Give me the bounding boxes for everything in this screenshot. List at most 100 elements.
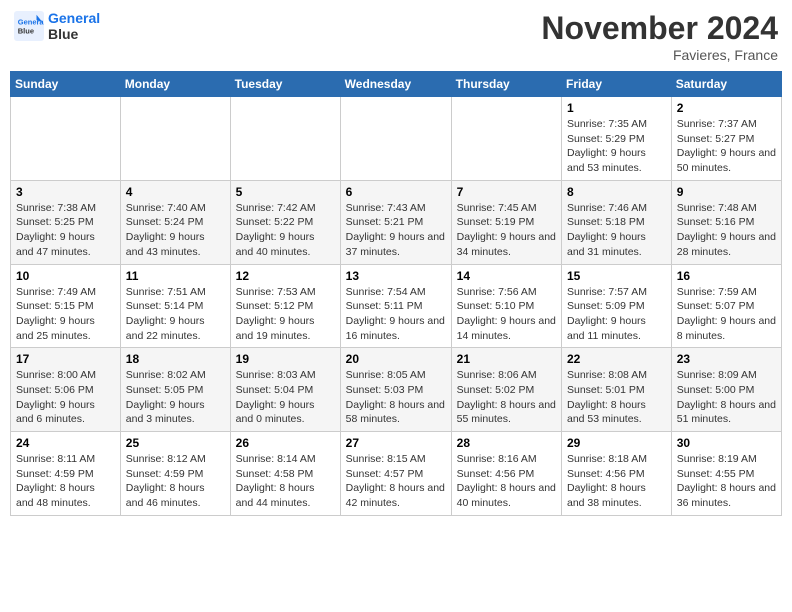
day-info: Sunrise: 7:57 AMSunset: 5:09 PMDaylight:…: [567, 285, 666, 344]
day-number: 5: [236, 185, 335, 199]
calendar-week-row: 3Sunrise: 7:38 AMSunset: 5:25 PMDaylight…: [11, 180, 782, 264]
weekday-header: Saturday: [671, 72, 781, 97]
calendar-cell: [340, 97, 451, 181]
day-info: Sunrise: 8:14 AMSunset: 4:58 PMDaylight:…: [236, 452, 335, 511]
day-info: Sunrise: 7:48 AMSunset: 5:16 PMDaylight:…: [677, 201, 776, 260]
calendar-cell: 5Sunrise: 7:42 AMSunset: 5:22 PMDaylight…: [230, 180, 340, 264]
day-number: 22: [567, 352, 666, 366]
calendar-cell: 27 Sunrise: 8:15 AMSunset: 4:57 PMDayligh…: [340, 432, 451, 516]
day-info: Sunrise: 7:37 AMSunset: 5:27 PMDaylight:…: [677, 117, 776, 176]
calendar-week-row: 10 Sunrise: 7:49 AMSunset: 5:15 PMDayligh…: [11, 264, 782, 348]
calendar-cell: 17Sunrise: 8:00 AMSunset: 5:06 PMDayligh…: [11, 348, 121, 432]
calendar-cell: [230, 97, 340, 181]
calendar-cell: 24 Sunrise: 8:11 AMSunset: 4:59 PMDayligh…: [11, 432, 121, 516]
day-info: Sunrise: 8:15 AMSunset: 4:57 PMDaylight:…: [346, 452, 446, 511]
day-number: 21: [457, 352, 556, 366]
day-number: 7: [457, 185, 556, 199]
day-number: 9: [677, 185, 776, 199]
calendar-table: SundayMondayTuesdayWednesdayThursdayFrid…: [10, 71, 782, 516]
day-info: Sunrise: 8:02 AMSunset: 5:05 PMDaylight:…: [126, 368, 225, 427]
day-number: 26: [236, 436, 335, 450]
svg-text:Blue: Blue: [18, 27, 34, 36]
day-info: Sunrise: 7:56 AMSunset: 5:10 PMDaylight:…: [457, 285, 556, 344]
day-info: Sunrise: 7:59 AMSunset: 5:07 PMDaylight:…: [677, 285, 776, 344]
day-number: 1: [567, 101, 666, 115]
weekday-header: Monday: [120, 72, 230, 97]
day-info: Sunrise: 8:09 AMSunset: 5:00 PMDaylight:…: [677, 368, 776, 427]
day-number: 25: [126, 436, 225, 450]
day-info: Sunrise: 7:51 AMSunset: 5:14 PMDaylight:…: [126, 285, 225, 344]
day-number: 28: [457, 436, 556, 450]
calendar-cell: 14 Sunrise: 7:56 AMSunset: 5:10 PMDayligh…: [451, 264, 561, 348]
page-header: General Blue General Blue November 2024 …: [10, 10, 782, 63]
svg-text:General: General: [18, 18, 44, 27]
day-info: Sunrise: 8:12 AMSunset: 4:59 PMDaylight:…: [126, 452, 225, 511]
day-number: 2: [677, 101, 776, 115]
day-number: 30: [677, 436, 776, 450]
calendar-cell: 25 Sunrise: 8:12 AMSunset: 4:59 PMDayligh…: [120, 432, 230, 516]
day-info: Sunrise: 7:43 AMSunset: 5:21 PMDaylight:…: [346, 201, 446, 260]
day-number: 8: [567, 185, 666, 199]
day-number: 19: [236, 352, 335, 366]
calendar-cell: 8 Sunrise: 7:46 AMSunset: 5:18 PMDaylight…: [562, 180, 672, 264]
day-info: Sunrise: 8:16 AMSunset: 4:56 PMDaylight:…: [457, 452, 556, 511]
calendar-cell: 29Sunrise: 8:18 AMSunset: 4:56 PMDayligh…: [562, 432, 672, 516]
day-number: 27: [346, 436, 446, 450]
day-number: 18: [126, 352, 225, 366]
day-info: Sunrise: 7:45 AMSunset: 5:19 PMDaylight:…: [457, 201, 556, 260]
logo-general: General: [48, 10, 100, 26]
day-number: 16: [677, 269, 776, 283]
calendar-cell: 3Sunrise: 7:38 AMSunset: 5:25 PMDaylight…: [11, 180, 121, 264]
day-number: 10: [16, 269, 115, 283]
calendar-cell: [11, 97, 121, 181]
logo: General Blue General Blue: [14, 10, 100, 42]
day-number: 11: [126, 269, 225, 283]
day-info: Sunrise: 8:03 AMSunset: 5:04 PMDaylight:…: [236, 368, 335, 427]
calendar-cell: 7 Sunrise: 7:45 AMSunset: 5:19 PMDaylight…: [451, 180, 561, 264]
calendar-cell: [451, 97, 561, 181]
calendar-cell: 9 Sunrise: 7:48 AMSunset: 5:16 PMDaylight…: [671, 180, 781, 264]
month-title: November 2024: [541, 10, 778, 47]
day-info: Sunrise: 7:35 AMSunset: 5:29 PMDaylight:…: [567, 117, 666, 176]
calendar-cell: 6 Sunrise: 7:43 AMSunset: 5:21 PMDaylight…: [340, 180, 451, 264]
day-number: 23: [677, 352, 776, 366]
day-info: Sunrise: 7:40 AMSunset: 5:24 PMDaylight:…: [126, 201, 225, 260]
calendar-week-row: 24 Sunrise: 8:11 AMSunset: 4:59 PMDayligh…: [11, 432, 782, 516]
calendar-cell: 19 Sunrise: 8:03 AMSunset: 5:04 PMDayligh…: [230, 348, 340, 432]
day-number: 4: [126, 185, 225, 199]
calendar-cell: 1 Sunrise: 7:35 AMSunset: 5:29 PMDaylight…: [562, 97, 672, 181]
day-info: Sunrise: 8:19 AMSunset: 4:55 PMDaylight:…: [677, 452, 776, 511]
day-info: Sunrise: 8:06 AMSunset: 5:02 PMDaylight:…: [457, 368, 556, 427]
weekday-header: Sunday: [11, 72, 121, 97]
calendar-cell: 18 Sunrise: 8:02 AMSunset: 5:05 PMDayligh…: [120, 348, 230, 432]
day-info: Sunrise: 7:38 AMSunset: 5:25 PMDaylight:…: [16, 201, 115, 260]
logo-icon: General Blue: [14, 11, 44, 41]
day-number: 29: [567, 436, 666, 450]
calendar-cell: 11 Sunrise: 7:51 AMSunset: 5:14 PMDayligh…: [120, 264, 230, 348]
calendar-week-row: 1 Sunrise: 7:35 AMSunset: 5:29 PMDaylight…: [11, 97, 782, 181]
location: Favieres, France: [541, 47, 778, 63]
calendar-cell: 22Sunrise: 8:08 AMSunset: 5:01 PMDayligh…: [562, 348, 672, 432]
weekday-header: Wednesday: [340, 72, 451, 97]
day-info: Sunrise: 7:53 AMSunset: 5:12 PMDaylight:…: [236, 285, 335, 344]
day-number: 15: [567, 269, 666, 283]
calendar-cell: 16 Sunrise: 7:59 AMSunset: 5:07 PMDayligh…: [671, 264, 781, 348]
calendar-cell: 26 Sunrise: 8:14 AMSunset: 4:58 PMDayligh…: [230, 432, 340, 516]
weekday-header: Tuesday: [230, 72, 340, 97]
title-section: November 2024 Favieres, France: [541, 10, 778, 63]
day-number: 12: [236, 269, 335, 283]
calendar-cell: 23 Sunrise: 8:09 AMSunset: 5:00 PMDayligh…: [671, 348, 781, 432]
day-info: Sunrise: 7:46 AMSunset: 5:18 PMDaylight:…: [567, 201, 666, 260]
day-number: 17: [16, 352, 115, 366]
calendar-cell: 10 Sunrise: 7:49 AMSunset: 5:15 PMDayligh…: [11, 264, 121, 348]
day-number: 6: [346, 185, 446, 199]
day-number: 24: [16, 436, 115, 450]
calendar-cell: 21 Sunrise: 8:06 AMSunset: 5:02 PMDayligh…: [451, 348, 561, 432]
calendar-cell: 12 Sunrise: 7:53 AMSunset: 5:12 PMDayligh…: [230, 264, 340, 348]
day-info: Sunrise: 8:05 AMSunset: 5:03 PMDaylight:…: [346, 368, 446, 427]
weekday-header: Thursday: [451, 72, 561, 97]
calendar-cell: 30 Sunrise: 8:19 AMSunset: 4:55 PMDayligh…: [671, 432, 781, 516]
day-number: 14: [457, 269, 556, 283]
day-info: Sunrise: 8:11 AMSunset: 4:59 PMDaylight:…: [16, 452, 115, 511]
day-info: Sunrise: 7:49 AMSunset: 5:15 PMDaylight:…: [16, 285, 115, 344]
